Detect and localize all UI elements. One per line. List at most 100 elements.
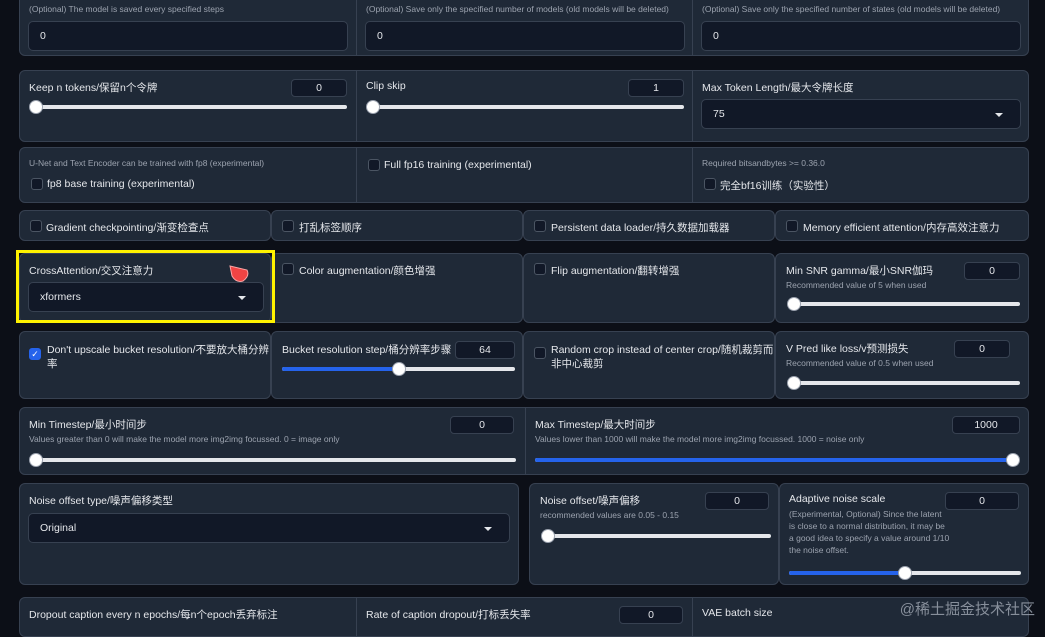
tokens-panel: Keep n tokens/保留n个令牌 0 Clip skip 1 Max T… (19, 70, 1029, 142)
shuffle-tags-checkbox[interactable] (282, 220, 294, 232)
fp16-label: Full fp16 training (experimental) (384, 159, 532, 171)
save-last-states-input[interactable]: 0 (701, 21, 1021, 51)
chevron-down-icon (484, 527, 492, 531)
persistent-loader-cell: Persistent data loader/持久数据加载器 (523, 210, 775, 241)
save-last-models-cell: (Optional) Save only the specified numbe… (356, 0, 692, 55)
keep-tokens-cell: Keep n tokens/保留n个令牌 0 (20, 71, 356, 141)
clip-skip-label: Clip skip (366, 80, 406, 92)
adaptive-noise-label: Adaptive noise scale (789, 493, 886, 505)
max-timestep-slider[interactable] (535, 453, 1020, 467)
fp8-checkbox[interactable] (31, 178, 43, 190)
gradient-checkpointing-checkbox[interactable] (30, 220, 42, 232)
noise-offset-input[interactable]: 0 (705, 492, 769, 510)
min-timestep-input[interactable]: 0 (450, 416, 514, 434)
min-timestep-slider[interactable] (29, 453, 516, 467)
random-crop-checkbox[interactable] (534, 347, 546, 359)
min-snr-input[interactable]: 0 (964, 262, 1020, 280)
save-every-steps-input[interactable]: 0 (28, 21, 348, 51)
min-snr-cell: Min SNR gamma/最小SNR伽玛 Recommended value … (775, 253, 1029, 323)
keep-tokens-input[interactable]: 0 (291, 79, 347, 97)
adaptive-noise-cell: Adaptive noise scale (Experimental, Opti… (779, 483, 1029, 585)
dropout-rate-cell: Rate of caption dropout/打标丢失率 0 (356, 598, 692, 636)
keep-tokens-slider-handle[interactable] (29, 100, 43, 114)
save-last-states-cell: (Optional) Save only the specified numbe… (692, 0, 1028, 55)
color-aug-checkbox[interactable] (282, 263, 294, 275)
shuffle-tags-label: 打乱标签顺序 (299, 222, 362, 234)
clip-skip-slider[interactable] (366, 100, 684, 114)
max-token-length-label: Max Token Length/最大令牌长度 (702, 82, 854, 94)
random-crop-label-line1: Random crop instead of center crop/随机裁剪而 (551, 344, 774, 356)
no-upscale-checkbox[interactable]: ✓ (29, 348, 41, 360)
keep-tokens-slider[interactable] (29, 100, 347, 114)
adaptive-noise-hint-line1: (Experimental, Optional) Since the laten… (789, 509, 942, 519)
save-every-steps-cell: (Optional) The model is saved every spec… (20, 0, 356, 55)
bf16-checkbox[interactable] (704, 178, 716, 190)
persistent-loader-label: Persistent data loader/持久数据加载器 (551, 222, 730, 234)
v-pred-input[interactable]: 0 (954, 340, 1010, 358)
max-timestep-slider-handle[interactable] (1006, 453, 1020, 467)
min-timestep-slider-handle[interactable] (29, 453, 43, 467)
random-crop-label-line2: 非中心裁剪 (551, 358, 604, 370)
bf16-label: 完全bf16训练（实验性） (720, 180, 835, 192)
fp8-label: fp8 base training (experimental) (47, 178, 195, 190)
memory-efficient-label: Memory efficient attention/内存高效注意力 (803, 222, 1000, 234)
adaptive-noise-slider-handle[interactable] (898, 566, 912, 580)
random-crop-cell: Random crop instead of center crop/随机裁剪而… (523, 331, 775, 399)
flip-aug-cell: Flip augmentation/翻转增强 (523, 253, 775, 323)
dropout-every-label: Dropout caption every n epochs/每n个epoch丢… (29, 609, 278, 621)
save-last-models-input[interactable]: 0 (365, 21, 685, 51)
vae-batch-label: VAE batch size (702, 607, 773, 619)
noise-type-label: Noise offset type/噪声偏移类型 (29, 495, 173, 507)
bucket-step-input[interactable]: 64 (455, 341, 515, 359)
watermark: @稀土掘金技术社区 (899, 601, 1035, 618)
gradient-checkpointing-label: Gradient checkpointing/渐变检查点 (46, 222, 209, 234)
flip-aug-label: Flip augmentation/翻转增强 (551, 265, 680, 277)
v-pred-slider-handle[interactable] (787, 376, 801, 390)
min-snr-label: Min SNR gamma/最小SNR伽玛 (786, 265, 934, 277)
noise-type-value: Original (40, 522, 77, 534)
v-pred-cell: V Pred like loss/v预测损失 Recommended value… (775, 331, 1029, 399)
keep-tokens-label: Keep n tokens/保留n个令牌 (29, 82, 158, 94)
bucket-step-slider[interactable] (282, 362, 515, 376)
no-upscale-label-line1: Don't upscale bucket resolution/不要放大桶分辨 (47, 344, 270, 356)
bucket-step-label: Bucket resolution step/桶分辨率步骤 (282, 344, 452, 356)
max-token-length-value: 75 (713, 108, 725, 120)
max-token-length-select[interactable]: 75 (701, 99, 1021, 129)
highlight-box (16, 250, 275, 323)
clip-skip-input[interactable]: 1 (628, 79, 684, 97)
bucket-step-slider-fill (282, 367, 399, 371)
adaptive-noise-input[interactable]: 0 (945, 492, 1019, 510)
noise-type-select[interactable]: Original (28, 513, 510, 543)
save-every-steps-hint: (Optional) The model is saved every spec… (29, 4, 224, 14)
max-timestep-input[interactable]: 1000 (952, 416, 1020, 434)
v-pred-hint: Recommended value of 0.5 when used (786, 358, 934, 368)
noise-offset-slider[interactable] (541, 529, 771, 543)
adaptive-noise-slider[interactable] (789, 566, 1021, 580)
fp8-hint: U-Net and Text Encoder can be trained wi… (29, 158, 265, 168)
min-snr-slider[interactable] (787, 297, 1020, 311)
cursor-pointer-icon (229, 265, 249, 282)
memory-efficient-checkbox[interactable] (786, 220, 798, 232)
clip-skip-slider-handle[interactable] (366, 100, 380, 114)
bf16-cell: Required bitsandbytes >= 0.36.0 完全bf16训练… (692, 148, 1028, 202)
no-upscale-label-line2: 率 (47, 358, 58, 370)
max-timestep-hint: Values lower than 1000 will make the mod… (535, 434, 865, 444)
v-pred-slider[interactable] (787, 376, 1020, 390)
persistent-loader-checkbox[interactable] (534, 220, 546, 232)
flip-aug-checkbox[interactable] (534, 263, 546, 275)
min-timestep-hint: Values greater than 0 will make the mode… (29, 434, 340, 444)
dropout-rate-input[interactable]: 0 (619, 606, 683, 624)
bottom-panel: Dropout caption every n epochs/每n个epoch丢… (19, 597, 1029, 637)
gradient-checkpointing-cell: Gradient checkpointing/渐变检查点 (19, 210, 271, 241)
save-last-models-hint: (Optional) Save only the specified numbe… (366, 4, 669, 14)
adaptive-noise-hint-line3: a good idea to specify a value around 1/… (789, 533, 950, 543)
dropout-every-cell: Dropout caption every n epochs/每n个epoch丢… (20, 598, 356, 636)
noise-offset-slider-handle[interactable] (541, 529, 555, 543)
chevron-down-icon (995, 113, 1003, 117)
fp16-checkbox[interactable] (368, 159, 380, 171)
bucket-step-slider-handle[interactable] (391, 362, 406, 376)
precision-panel: U-Net and Text Encoder can be trained wi… (19, 147, 1029, 203)
noise-offset-label: Noise offset/噪声偏移 (540, 495, 641, 507)
min-snr-slider-handle[interactable] (787, 297, 801, 311)
memory-efficient-cell: Memory efficient attention/内存高效注意力 (775, 210, 1029, 241)
